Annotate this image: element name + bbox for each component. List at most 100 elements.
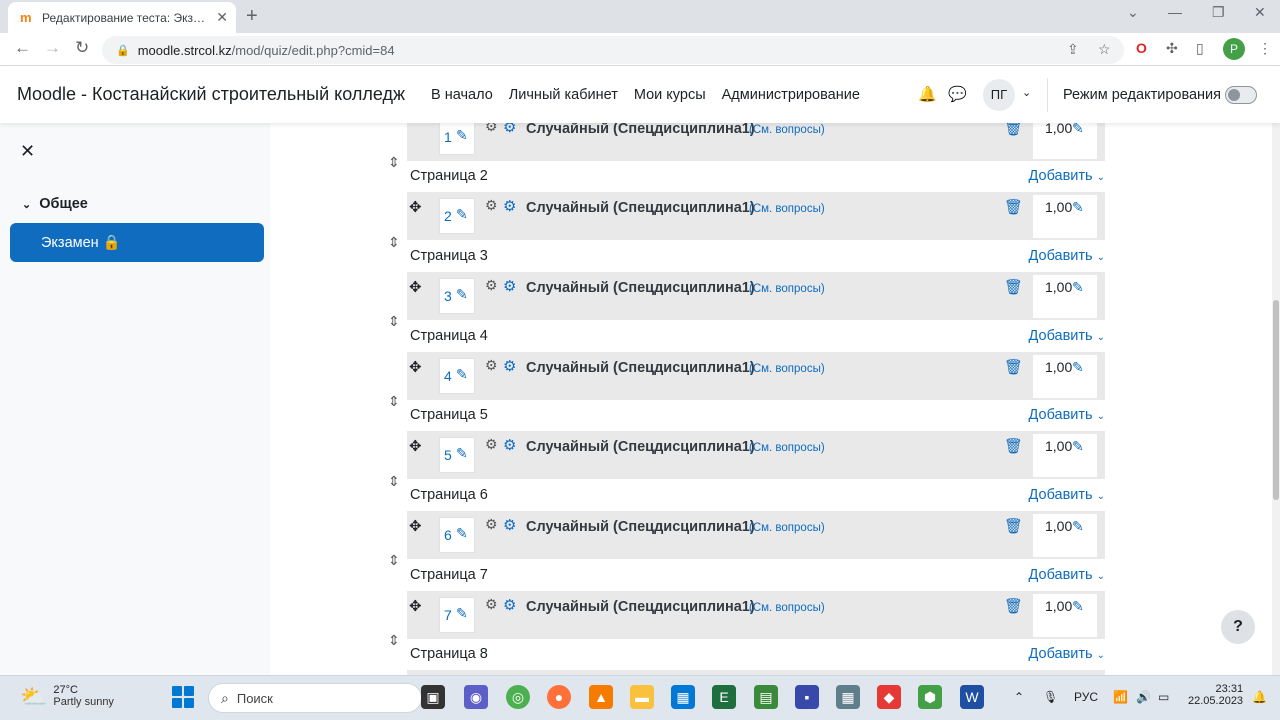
show-hidden-icons-chevron-up-icon[interactable]: ⌃: [1014, 690, 1024, 704]
delete-trash-icon[interactable]: 🗑: [1004, 278, 1023, 296]
notifications-icon[interactable]: 🔔: [1252, 690, 1267, 704]
repaginate-icon[interactable]: ⇕: [388, 313, 400, 330]
see-questions-link[interactable]: (См. вопросы): [749, 442, 825, 454]
vlc-icon[interactable]: ▲: [589, 685, 613, 709]
move-icon[interactable]: ✥: [409, 597, 422, 615]
move-icon[interactable]: ✥: [409, 198, 422, 216]
scrollbar-thumb[interactable]: [1273, 300, 1279, 500]
microphone-icon[interactable]: 🎙: [1043, 690, 1058, 704]
side-panel-icon[interactable]: ▯: [1196, 40, 1204, 57]
user-avatar[interactable]: ПГ: [983, 79, 1015, 111]
teams-chat-icon[interactable]: ◉: [464, 685, 488, 709]
move-icon[interactable]: ✥: [409, 517, 422, 535]
delete-trash-icon[interactable]: 🗑: [1004, 517, 1023, 535]
weather-widget[interactable]: ⛅ 27°C Partly sunny: [20, 684, 114, 710]
edit-mode-toggle[interactable]: [1225, 86, 1257, 104]
chrome-icon[interactable]: ◎: [506, 685, 530, 709]
taskbar-search[interactable]: ⌕ Поиск: [208, 683, 422, 713]
edit-pencil-icon[interactable]: ✎: [456, 525, 468, 542]
nav-my-courses[interactable]: Мои курсы: [634, 87, 706, 103]
repaginate-icon[interactable]: ⇕: [388, 473, 400, 490]
app-e-icon[interactable]: E: [712, 685, 736, 709]
delete-trash-icon[interactable]: 🗑: [1004, 437, 1023, 455]
forward-icon[interactable]: →: [44, 38, 61, 58]
nav-home[interactable]: В начало: [431, 87, 493, 103]
help-button[interactable]: ?: [1221, 610, 1255, 644]
repaginate-icon[interactable]: ⇕: [388, 154, 400, 171]
edit-pencil-icon[interactable]: ✎: [456, 605, 468, 622]
edit-mark-pencil-icon[interactable]: ✎: [1072, 123, 1084, 137]
battery-icon[interactable]: ▭: [1158, 690, 1169, 704]
settings-gear-icon[interactable]: ⚙: [503, 197, 516, 215]
task-view-icon[interactable]: ▣: [421, 685, 445, 709]
close-window-button[interactable]: ✕: [1254, 4, 1266, 21]
delete-trash-icon[interactable]: 🗑: [1004, 198, 1023, 216]
extensions-puzzle-icon[interactable]: ✣: [1166, 40, 1178, 57]
settings-gear-icon[interactable]: ⚙: [503, 436, 516, 454]
repaginate-icon[interactable]: ⇕: [388, 552, 400, 569]
edit-mark-pencil-icon[interactable]: ✎: [1072, 279, 1084, 296]
move-icon[interactable]: ✥: [409, 278, 422, 296]
settings-gear-icon[interactable]: ⚙: [503, 277, 516, 295]
word-icon[interactable]: W: [960, 685, 984, 709]
site-name[interactable]: Moodle - Костанайский строительный колле…: [17, 84, 405, 105]
green-cube-icon[interactable]: ⬢: [918, 685, 942, 709]
add-menu[interactable]: Добавить ⌄: [1029, 646, 1105, 662]
edit-mark-pencil-icon[interactable]: ✎: [1072, 518, 1084, 535]
move-icon[interactable]: ✥: [409, 358, 422, 376]
see-questions-link[interactable]: (См. вопросы): [749, 124, 825, 136]
share-icon[interactable]: ⇪: [1067, 41, 1079, 58]
user-menu-chevron-down-icon[interactable]: ⌄: [1022, 86, 1031, 99]
add-menu[interactable]: Добавить ⌄: [1029, 487, 1105, 503]
file-explorer-icon[interactable]: ▬: [630, 685, 654, 709]
wifi-icon[interactable]: 📶: [1113, 690, 1128, 704]
see-questions-link[interactable]: (См. вопросы): [749, 363, 825, 375]
delete-trash-icon[interactable]: 🗑: [1004, 358, 1023, 376]
add-menu[interactable]: Добавить ⌄: [1029, 248, 1105, 264]
back-icon[interactable]: ←: [14, 38, 31, 58]
delete-trash-icon[interactable]: 🗑: [1004, 597, 1023, 615]
delete-trash-icon[interactable]: 🗑: [1004, 123, 1023, 137]
profile-avatar[interactable]: P: [1223, 38, 1245, 60]
edit-pencil-icon[interactable]: ✎: [456, 445, 468, 462]
input-language[interactable]: РУС: [1074, 690, 1098, 704]
minimize-button[interactable]: —: [1168, 4, 1182, 20]
close-drawer-icon[interactable]: ✕: [20, 141, 35, 162]
repaginate-icon[interactable]: ⇕: [388, 632, 400, 649]
windows-start-icon[interactable]: [172, 686, 194, 708]
add-menu[interactable]: Добавить ⌄: [1029, 407, 1105, 423]
see-questions-link[interactable]: (См. вопросы): [749, 522, 825, 534]
settings-gear-icon[interactable]: ⚙: [503, 123, 516, 136]
notifications-bell-icon[interactable]: 🔔: [918, 85, 937, 103]
browser-menu-icon[interactable]: ⋮: [1258, 40, 1272, 57]
edit-mark-pencil-icon[interactable]: ✎: [1072, 438, 1084, 455]
nav-dashboard[interactable]: Личный кабинет: [509, 87, 618, 103]
browser-tab[interactable]: m Редактирование теста: Экзамен ✕: [8, 2, 236, 33]
nav-administration[interactable]: Администрирование: [722, 87, 860, 103]
tab-search-icon[interactable]: ⌄: [1127, 4, 1139, 21]
add-menu[interactable]: Добавить ⌄: [1029, 567, 1105, 583]
see-questions-link[interactable]: (См. вопросы): [749, 602, 825, 614]
save-disk-icon[interactable]: ▪: [795, 685, 819, 709]
messages-icon[interactable]: 💬: [948, 85, 967, 103]
store-icon[interactable]: ▦: [671, 685, 695, 709]
system-clock[interactable]: 23:31 22.05.2023: [1188, 683, 1243, 707]
volume-icon[interactable]: 🔊: [1136, 690, 1151, 704]
url-field[interactable]: 🔒 moodle.strcol.kz/mod/quiz/edit.php?cmi…: [102, 36, 1124, 64]
repaginate-icon[interactable]: ⇕: [388, 393, 400, 410]
edit-mark-pencil-icon[interactable]: ✎: [1072, 199, 1084, 216]
calculator-icon[interactable]: ▦: [836, 685, 860, 709]
edit-pencil-icon[interactable]: ✎: [456, 366, 468, 383]
move-icon[interactable]: ✥: [409, 437, 422, 455]
opera-extension-icon[interactable]: O: [1136, 40, 1147, 56]
edit-pencil-icon[interactable]: ✎: [456, 206, 468, 223]
edit-pencil-icon[interactable]: ✎: [456, 127, 468, 144]
settings-gear-icon[interactable]: ⚙: [503, 357, 516, 375]
photos-icon[interactable]: ◆: [877, 685, 901, 709]
add-menu[interactable]: Добавить ⌄: [1029, 168, 1105, 184]
drawer-item-exam[interactable]: Экзамен 🔒: [10, 223, 264, 262]
settings-gear-icon[interactable]: ⚙: [503, 516, 516, 534]
edit-mark-pencil-icon[interactable]: ✎: [1072, 359, 1084, 376]
see-questions-link[interactable]: (См. вопросы): [749, 283, 825, 295]
see-questions-link[interactable]: (См. вопросы): [749, 203, 825, 215]
